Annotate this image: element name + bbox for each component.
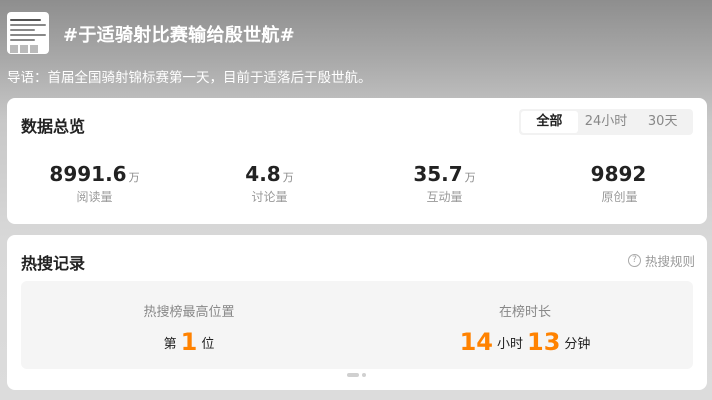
hotsearch-rules-link[interactable]: ? 热搜规则 — [627, 251, 695, 270]
topic-intro: 导语：首届全国骑射锦标赛第一天，目前于适落后于殷世航。 — [7, 70, 372, 86]
stat-value: 4.8 — [245, 162, 281, 186]
stat-unit: 万 — [464, 171, 476, 184]
highest-position-label: 热搜榜最高位置 — [143, 305, 235, 320]
stat-label: 讨论量 — [251, 190, 288, 204]
stats-row: 8991.6 万 阅读量 4.8 万 讨论量 35.7 万 互动量 9892 原创量 — [7, 162, 707, 205]
position-number: 1 — [180, 328, 198, 356]
stat-reads: 8991.6 万 阅读量 — [7, 162, 182, 205]
stat-interactions: 35.7 万 互动量 — [357, 162, 532, 205]
stat-label: 阅读量 — [76, 190, 113, 204]
tab-all[interactable]: 全部 — [521, 111, 578, 133]
duration-hours: 14 — [459, 328, 493, 356]
stat-value: 35.7 — [413, 162, 463, 186]
minutes-unit: 分钟 — [564, 337, 591, 352]
position-prefix: 第 — [163, 337, 177, 352]
hotsearch-title: 热搜记录 — [21, 254, 86, 273]
stat-label: 互动量 — [426, 190, 463, 204]
stat-unit: 万 — [282, 171, 294, 184]
highest-position: 热搜榜最高位置 第1位 — [21, 281, 357, 369]
stat-value: 9892 — [590, 162, 647, 186]
duration-value: 14 小时 13 分钟 — [357, 328, 693, 356]
stat-discussions: 4.8 万 讨论量 — [182, 162, 357, 205]
rules-label: 热搜规则 — [644, 254, 695, 269]
topic-thumbnail[interactable] — [7, 12, 49, 54]
carousel-indicator — [347, 373, 366, 377]
overview-card: 数据总览 全部 24小时 30天 8991.6 万 阅读量 4.8 万 讨论量 35… — [7, 98, 707, 224]
stat-label: 原创量 — [601, 190, 638, 204]
position-suffix: 位 — [201, 337, 215, 352]
time-range-tabs: 全部 24小时 30天 — [519, 109, 693, 135]
on-list-duration: 在榜时长 14 小时 13 分钟 — [357, 281, 693, 369]
stat-value: 8991.6 — [49, 162, 127, 186]
stat-unit: 万 — [128, 171, 140, 184]
hours-unit: 小时 — [496, 337, 523, 352]
duration-minutes: 13 — [527, 328, 561, 356]
overview-title: 数据总览 — [21, 117, 86, 136]
tab-24h[interactable]: 24小时 — [578, 111, 635, 133]
hotsearch-card: 热搜记录 ? 热搜规则 热搜榜最高位置 第1位 在榜时长 14 小时 13 分钟 — [7, 235, 707, 390]
topic-title: #于适骑射比赛输给殷世航# — [63, 25, 296, 46]
hotsearch-record-panel: 热搜榜最高位置 第1位 在榜时长 14 小时 13 分钟 — [21, 281, 693, 369]
highest-position-value: 第1位 — [21, 328, 357, 356]
topic-header: #于适骑射比赛输给殷世航# — [7, 12, 705, 54]
stat-originals: 9892 原创量 — [532, 162, 707, 205]
question-circle-icon: ? — [627, 254, 641, 267]
duration-label: 在榜时长 — [498, 305, 551, 320]
tab-30d[interactable]: 30天 — [634, 111, 691, 133]
